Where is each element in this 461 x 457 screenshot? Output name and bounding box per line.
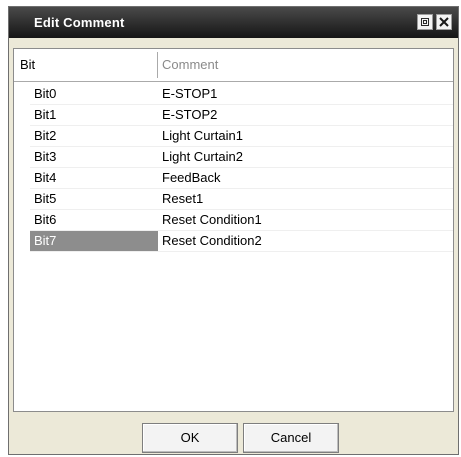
close-icon: [439, 17, 449, 27]
ok-button[interactable]: OK: [142, 423, 238, 453]
bit-cell[interactable]: Bit4: [30, 168, 158, 188]
bit-cell[interactable]: Bit1: [30, 105, 158, 125]
restore-icon: [421, 18, 429, 26]
column-header-comment[interactable]: Comment: [162, 49, 218, 81]
bit-cell-selected[interactable]: Bit7: [30, 231, 158, 251]
table-row[interactable]: Bit0 E-STOP1: [30, 84, 453, 105]
comment-cell[interactable]: FeedBack: [162, 168, 221, 188]
comment-cell[interactable]: Reset Condition2: [162, 231, 262, 251]
bit-cell[interactable]: Bit5: [30, 189, 158, 209]
table-row[interactable]: Bit4 FeedBack: [30, 168, 453, 189]
bit-cell[interactable]: Bit0: [30, 84, 158, 104]
edit-comment-dialog: Edit Comment Bit Comment Bit0 E-STOP1 Bi…: [8, 6, 459, 455]
bit-cell[interactable]: Bit6: [30, 210, 158, 230]
table-body: Bit0 E-STOP1 Bit1 E-STOP2 Bit2 Light Cur…: [30, 84, 453, 252]
cancel-button[interactable]: Cancel: [243, 423, 339, 453]
comment-cell[interactable]: E-STOP1: [162, 84, 217, 104]
comment-cell[interactable]: Light Curtain1: [162, 126, 243, 146]
table-row-selected[interactable]: Bit7 Reset Condition2: [30, 231, 453, 252]
bit-cell[interactable]: Bit3: [30, 147, 158, 167]
comment-cell[interactable]: Reset Condition1: [162, 210, 262, 230]
table-header: Bit Comment: [14, 49, 453, 82]
bit-cell[interactable]: Bit2: [30, 126, 158, 146]
column-header-bit[interactable]: Bit: [20, 49, 35, 81]
table-row[interactable]: Bit3 Light Curtain2: [30, 147, 453, 168]
column-divider[interactable]: [157, 52, 158, 78]
comment-table[interactable]: Bit Comment Bit0 E-STOP1 Bit1 E-STOP2 Bi…: [13, 48, 454, 412]
table-row[interactable]: Bit1 E-STOP2: [30, 105, 453, 126]
dialog-title: Edit Comment: [34, 15, 125, 30]
table-row[interactable]: Bit6 Reset Condition1: [30, 210, 453, 231]
comment-cell[interactable]: Reset1: [162, 189, 203, 209]
title-bar[interactable]: Edit Comment: [9, 7, 458, 38]
restore-button[interactable]: [417, 14, 433, 30]
table-row[interactable]: Bit5 Reset1: [30, 189, 453, 210]
comment-cell[interactable]: Light Curtain2: [162, 147, 243, 167]
table-row[interactable]: Bit2 Light Curtain1: [30, 126, 453, 147]
close-button[interactable]: [436, 14, 452, 30]
dialog-footer: OK Cancel: [9, 412, 458, 454]
comment-cell[interactable]: E-STOP2: [162, 105, 217, 125]
